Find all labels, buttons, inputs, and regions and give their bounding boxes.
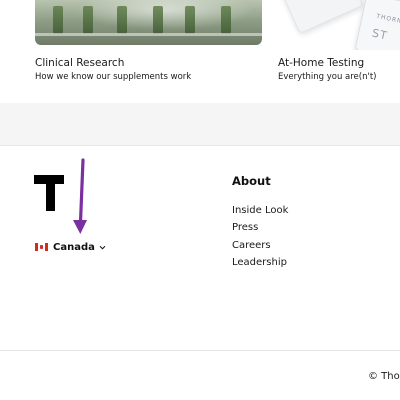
bottle-shape xyxy=(83,6,93,34)
country-label: Canada xyxy=(53,241,95,253)
country-selector[interactable]: Canada xyxy=(35,241,106,253)
footer-bottom-divider xyxy=(0,350,400,351)
copyright-text: © Thor xyxy=(368,371,400,382)
bottle-shape xyxy=(153,6,163,34)
about-link-leadership[interactable]: Leadership xyxy=(232,257,287,268)
about-link-careers[interactable]: Careers xyxy=(232,240,271,251)
bottle-shape xyxy=(53,6,63,34)
card-subtitle-at-home-testing: Everything you are(n't) xyxy=(278,72,377,82)
clinical-research-image[interactable] xyxy=(35,0,262,45)
bottle-shape xyxy=(185,6,195,34)
annotation-arrow-icon xyxy=(73,158,87,234)
about-heading: About xyxy=(232,174,271,188)
about-link-inside-look[interactable]: Inside Look xyxy=(232,205,288,216)
test-kit-box xyxy=(354,0,400,50)
bottle-shape xyxy=(117,6,127,34)
about-link-press[interactable]: Press xyxy=(232,222,258,233)
bottle-shape xyxy=(221,6,231,34)
chevron-down-icon xyxy=(99,245,106,249)
at-home-testing-image[interactable]: THORNE ST xyxy=(278,0,400,50)
card-title-clinical-research[interactable]: Clinical Research xyxy=(35,57,124,69)
brand-logo-icon[interactable] xyxy=(34,175,64,211)
card-title-at-home-testing[interactable]: At-Home Testing xyxy=(278,57,364,69)
footer-divider xyxy=(0,145,400,146)
image-shelf xyxy=(35,33,262,36)
test-kit-box xyxy=(278,0,364,34)
canada-flag-icon xyxy=(35,243,48,251)
section-band xyxy=(0,103,400,145)
card-subtitle-clinical-research: How we know our supplements work xyxy=(35,72,192,82)
